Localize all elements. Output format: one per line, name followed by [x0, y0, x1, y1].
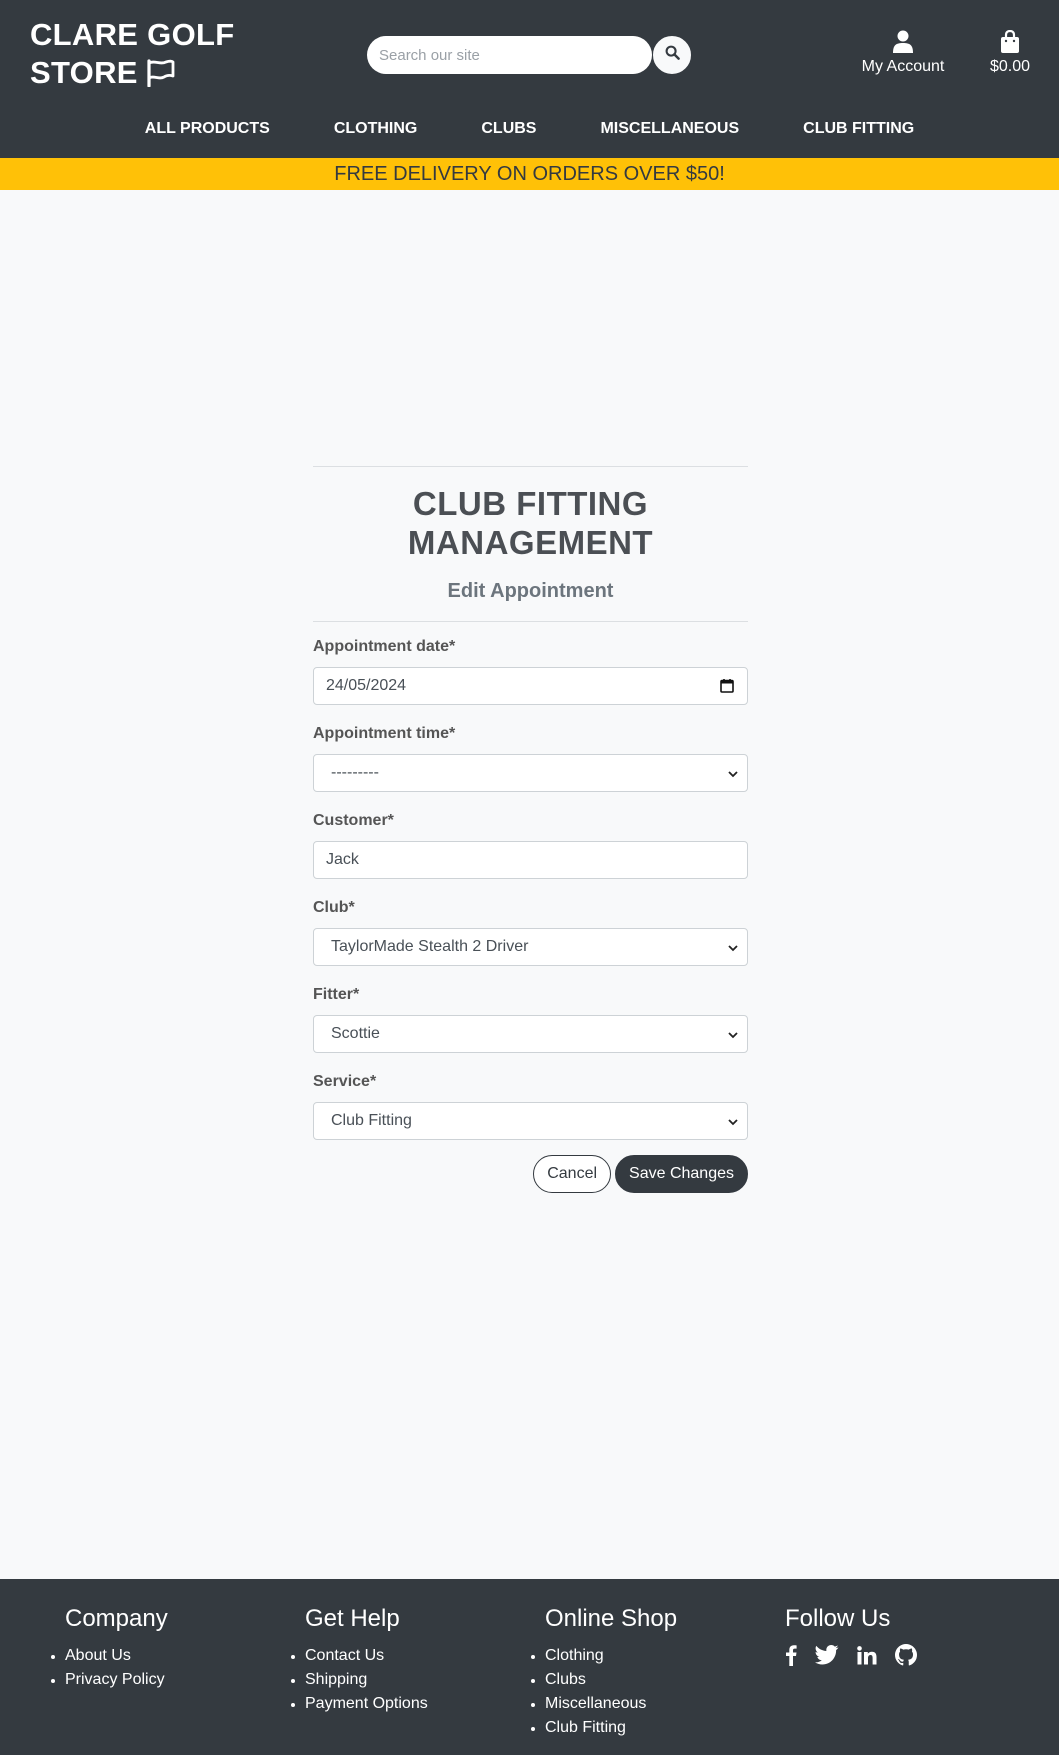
appointment-time-field: Appointment time* ---------	[313, 725, 748, 792]
chevron-down-icon	[727, 1028, 739, 1046]
my-account-link[interactable]: My Account	[855, 28, 951, 76]
cart-link[interactable]: $0.00	[984, 28, 1036, 76]
my-account-label: My Account	[861, 58, 945, 75]
site-logo[interactable]: CLARE GOLF STORE	[30, 16, 235, 96]
footer-follow-title: Follow Us	[785, 1605, 891, 1632]
footer-link-payment-options[interactable]: Payment Options	[291, 1692, 428, 1716]
appointment-time-value: ---------	[331, 764, 379, 781]
footer-shop-title: Online Shop	[545, 1605, 678, 1632]
search-form	[367, 35, 693, 75]
linkedin-icon[interactable]	[857, 1645, 877, 1665]
footer-follow-us: Follow Us	[785, 1605, 935, 1666]
footer-get-help: Get Help Contact Us Shipping Payment Opt…	[291, 1605, 428, 1716]
appointment-date-field: Appointment date* 24/05/2024	[313, 638, 748, 705]
site-header: CLARE GOLF STORE My Account $0.00 ALL PR…	[0, 0, 1059, 158]
footer-link-about-us[interactable]: About Us	[51, 1644, 168, 1668]
twitter-icon[interactable]	[815, 1645, 839, 1665]
main-navigation: ALL PRODUCTS CLOTHING CLUBS MISCELLANEOU…	[0, 114, 1059, 144]
save-changes-button[interactable]: Save Changes	[615, 1155, 748, 1193]
appointment-time-label: Appointment time*	[313, 725, 456, 742]
fitter-field: Fitter* Scottie	[313, 986, 748, 1053]
nav-club-fitting[interactable]: CLUB FITTING	[803, 114, 914, 144]
service-select[interactable]: Club Fitting	[313, 1102, 748, 1140]
fitter-label: Fitter*	[313, 986, 360, 1003]
brand-line-1: CLARE GOLF	[30, 17, 235, 52]
footer-link-club-fitting[interactable]: Club Fitting	[530, 1716, 677, 1740]
customer-input[interactable]: Jack	[313, 841, 748, 879]
page-title: CLUB FITTING MANAGEMENT	[407, 485, 654, 561]
footer-link-clothing[interactable]: Clothing	[530, 1644, 677, 1668]
github-icon[interactable]	[895, 1644, 917, 1666]
footer-link-miscellaneous[interactable]: Miscellaneous	[530, 1692, 677, 1716]
fitter-select[interactable]: Scottie	[313, 1015, 748, 1053]
appointment-date-input[interactable]: 24/05/2024	[313, 667, 748, 705]
appointment-form: Appointment date* 24/05/2024 Appointment…	[313, 638, 748, 1193]
calendar-icon[interactable]	[720, 678, 734, 698]
customer-value: Jack	[326, 851, 359, 868]
appointment-time-select[interactable]: ---------	[313, 754, 748, 792]
edit-appointment-section: CLUB FITTING MANAGEMENT Edit Appointment…	[313, 466, 748, 1193]
shopping-bag-icon	[984, 28, 1036, 54]
service-value: Club Fitting	[331, 1112, 412, 1129]
footer-company: Company About Us Privacy Policy	[51, 1605, 168, 1692]
social-links	[785, 1644, 935, 1666]
footer-link-shipping[interactable]: Shipping	[291, 1668, 428, 1692]
nav-clothing[interactable]: CLOTHING	[334, 114, 418, 144]
brand-line-2: STORE	[30, 55, 138, 90]
user-icon	[855, 28, 951, 54]
form-actions: Cancel Save Changes	[313, 1155, 748, 1193]
club-field: Club* TaylorMade Stealth 2 Driver	[313, 899, 748, 966]
flag-icon	[146, 58, 176, 96]
customer-field: Customer* Jack	[313, 812, 748, 879]
service-label: Service*	[313, 1073, 377, 1090]
appointment-date-label: Appointment date*	[313, 638, 456, 655]
chevron-down-icon	[727, 941, 739, 959]
fitter-value: Scottie	[331, 1025, 380, 1042]
appointment-date-value: 24/05/2024	[326, 677, 407, 694]
footer-online-shop: Online Shop Clothing Clubs Miscellaneous…	[530, 1605, 678, 1740]
search-input[interactable]	[367, 36, 652, 74]
footer-help-title: Get Help	[305, 1605, 400, 1632]
chevron-down-icon	[727, 767, 739, 785]
search-icon	[665, 45, 680, 65]
service-field: Service* Club Fitting	[313, 1073, 748, 1140]
club-value: TaylorMade Stealth 2 Driver	[331, 938, 529, 955]
footer-link-contact-us[interactable]: Contact Us	[291, 1644, 428, 1668]
chevron-down-icon	[727, 1115, 739, 1133]
site-footer: Company About Us Privacy Policy Get Help…	[0, 1579, 1059, 1755]
search-button[interactable]	[652, 35, 692, 75]
delivery-banner: FREE DELIVERY ON ORDERS OVER $50!	[0, 158, 1059, 190]
club-select[interactable]: TaylorMade Stealth 2 Driver	[313, 928, 748, 966]
cart-total: $0.00	[989, 58, 1031, 75]
footer-company-title: Company	[65, 1605, 168, 1632]
footer-link-clubs[interactable]: Clubs	[530, 1668, 677, 1692]
divider	[313, 621, 748, 622]
nav-miscellaneous[interactable]: MISCELLANEOUS	[600, 114, 739, 144]
customer-label: Customer*	[313, 812, 394, 829]
club-label: Club*	[313, 899, 355, 916]
cancel-button[interactable]: Cancel	[533, 1155, 612, 1193]
facebook-icon[interactable]	[785, 1644, 797, 1666]
nav-clubs[interactable]: CLUBS	[481, 114, 536, 144]
page-subtitle: Edit Appointment	[447, 580, 614, 602]
footer-link-privacy-policy[interactable]: Privacy Policy	[51, 1668, 168, 1692]
nav-all-products[interactable]: ALL PRODUCTS	[145, 114, 270, 144]
divider	[313, 466, 748, 467]
